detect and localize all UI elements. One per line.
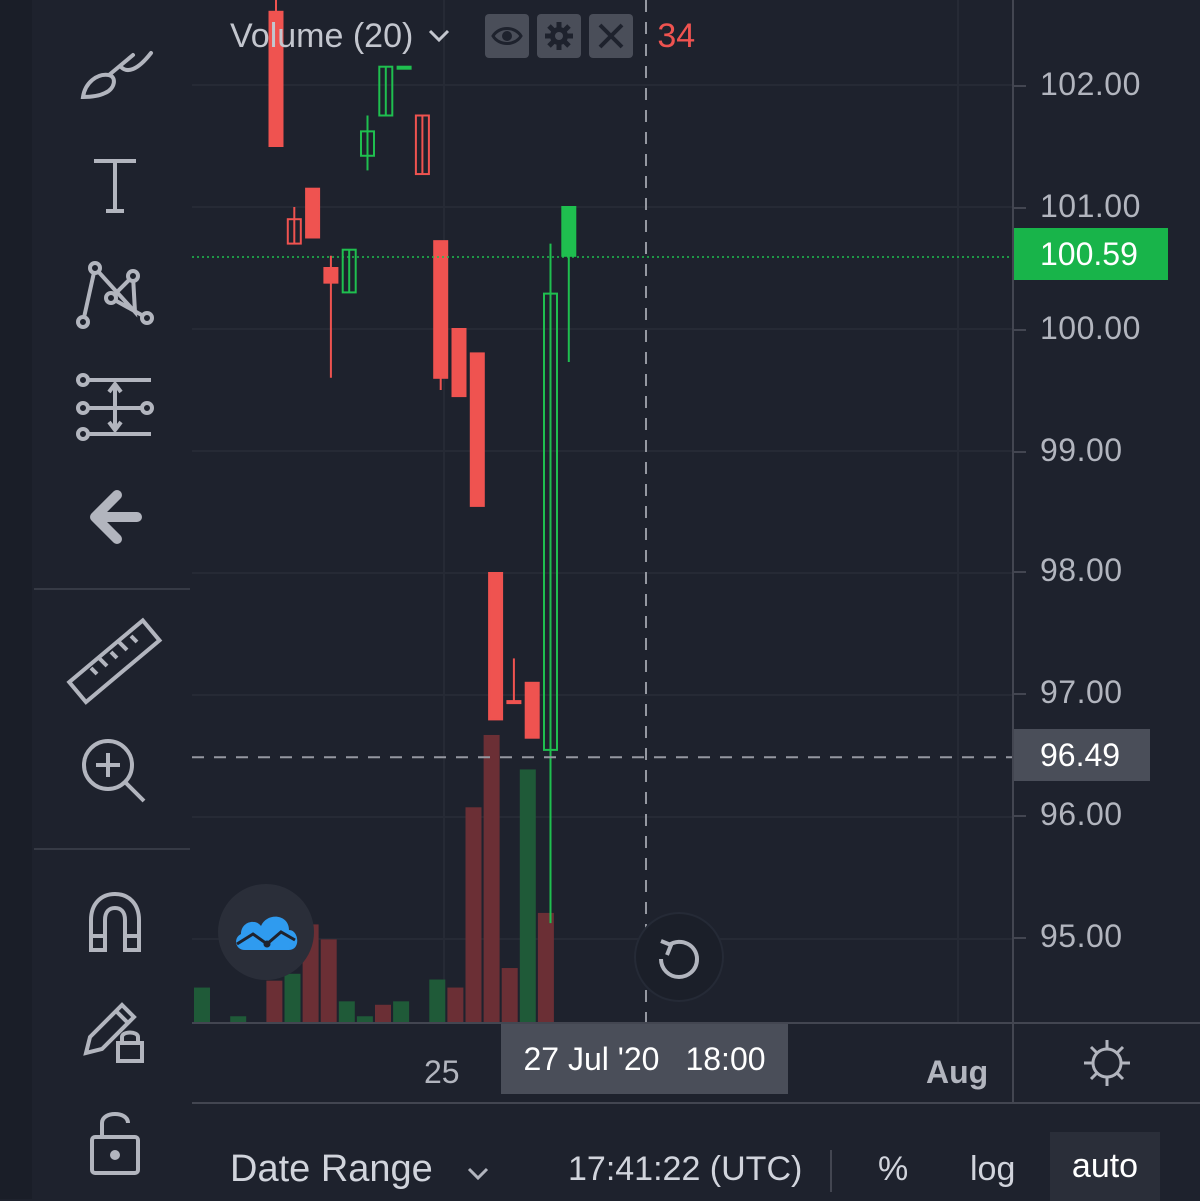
volume-bar — [429, 979, 446, 1022]
settings-gear-icon — [1084, 1040, 1130, 1086]
text-icon — [94, 159, 136, 213]
eye-icon — [491, 27, 524, 45]
volume-value: 34 — [657, 16, 696, 55]
price-tick: 102.00 — [1014, 66, 1141, 102]
text-tool[interactable] — [60, 135, 170, 235]
utc-clock[interactable]: 17:41:22 (UTC) — [568, 1150, 802, 1189]
magnet-icon — [89, 891, 141, 952]
magnet-tool[interactable] — [60, 872, 170, 972]
toolbar-edge — [0, 0, 32, 1199]
measure-lines-tool[interactable] — [60, 357, 170, 457]
crosshair-time-label: 27 Jul '20 18:00 — [501, 1024, 788, 1094]
crosshair-time: 18:00 — [685, 1040, 766, 1077]
visibility-button[interactable] — [485, 14, 530, 58]
reset-icon — [659, 939, 700, 980]
auto-scale-toggle[interactable]: auto — [1050, 1132, 1160, 1201]
brush-tool[interactable] — [60, 25, 170, 125]
chart-pane[interactable] — [192, 0, 1012, 1022]
ruler-icon — [66, 617, 163, 705]
toolbar-divider — [34, 848, 190, 850]
crosshair-date: 27 Jul '20 — [523, 1040, 660, 1077]
candle-body — [561, 206, 577, 257]
candle-body — [396, 65, 412, 70]
chart-settings-button[interactable] — [1012, 1022, 1200, 1102]
candle-body — [524, 681, 540, 739]
remove-indicator-button[interactable] — [589, 14, 634, 58]
price-tick: 96.00 — [1014, 796, 1123, 832]
percent-toggle[interactable]: % — [878, 1150, 908, 1189]
volume-bar — [465, 807, 482, 1022]
time-tick: 25 — [424, 1054, 460, 1090]
time-tick: Aug — [926, 1054, 989, 1090]
volume-bar — [537, 912, 554, 1022]
indicator-name[interactable]: Volume (20) — [230, 17, 413, 56]
pattern-icon — [76, 261, 154, 329]
brush-icon — [80, 51, 153, 100]
auto-label: auto — [1071, 1147, 1139, 1185]
price-tick: 99.00 — [1014, 432, 1123, 468]
volume-bar — [447, 987, 464, 1022]
price-tick: 97.00 — [1014, 674, 1123, 710]
candle-body — [506, 700, 522, 705]
drawing-lock-tool[interactable] — [60, 982, 170, 1082]
candle-body — [469, 352, 485, 507]
price-tick: 95.00 — [1014, 918, 1123, 954]
time-axis[interactable]: 25 Aug 27 Jul '20 18:00 — [192, 1022, 1012, 1102]
volume-bar — [266, 980, 283, 1022]
candle-body — [433, 240, 449, 379]
chevron-down-icon[interactable] — [466, 1166, 490, 1182]
log-toggle[interactable]: log — [970, 1150, 1015, 1189]
ruler-tool[interactable] — [60, 612, 170, 712]
logo-button[interactable] — [218, 884, 314, 980]
toolbar-divider — [34, 588, 190, 590]
lock-tool[interactable] — [60, 1092, 170, 1192]
volume-bar — [483, 734, 500, 1022]
candle-body — [323, 267, 339, 284]
crosshair-price-label: 96.49 — [1014, 729, 1150, 781]
price-tick: 100.00 — [1014, 310, 1141, 346]
back-tool[interactable] — [60, 467, 170, 567]
volume-bar — [393, 1001, 410, 1022]
volume-bar — [320, 939, 337, 1022]
chevron-down-icon[interactable] — [427, 28, 451, 44]
volume-bar — [338, 1001, 355, 1022]
volume-bar — [375, 1004, 391, 1022]
volume-bar — [519, 769, 536, 1022]
price-tick: 98.00 — [1014, 552, 1123, 588]
gear-icon — [545, 22, 574, 50]
pattern-tool[interactable] — [60, 245, 170, 345]
indicator-legend: Volume (20) 34 — [230, 12, 695, 60]
drawing-toolbar — [0, 0, 192, 1199]
pencil-lock-icon — [83, 1002, 144, 1063]
reset-chart-button[interactable] — [636, 914, 722, 1000]
price-chart[interactable] — [192, 0, 1012, 1022]
back-arrow-icon — [90, 490, 142, 544]
last-price-label: 100.59 — [1014, 228, 1168, 280]
candle-body — [305, 187, 321, 239]
price-axis[interactable]: 102.00 101.00 100.00 99.00 98.00 97.00 9… — [1012, 0, 1200, 1102]
zoom-in-tool[interactable] — [60, 722, 170, 822]
zoom-in-icon — [82, 739, 146, 803]
close-icon — [598, 23, 624, 49]
measure-lines-icon — [76, 373, 154, 441]
cloud-chart-logo-icon — [236, 916, 298, 950]
volume-bar — [194, 987, 210, 1022]
indicator-settings-button[interactable] — [537, 14, 582, 58]
bottom-toolbar: Date Range 17:41:22 (UTC) % log auto — [192, 1102, 1200, 1201]
price-tick: 101.00 — [1014, 188, 1141, 224]
volume-bar — [501, 968, 518, 1022]
date-range-button[interactable]: Date Range — [230, 1148, 433, 1191]
bottom-divider — [830, 1150, 832, 1192]
candle-body — [451, 328, 467, 398]
volume-bar — [284, 973, 301, 1022]
candle-body — [488, 572, 504, 721]
unlock-icon — [90, 1112, 140, 1175]
